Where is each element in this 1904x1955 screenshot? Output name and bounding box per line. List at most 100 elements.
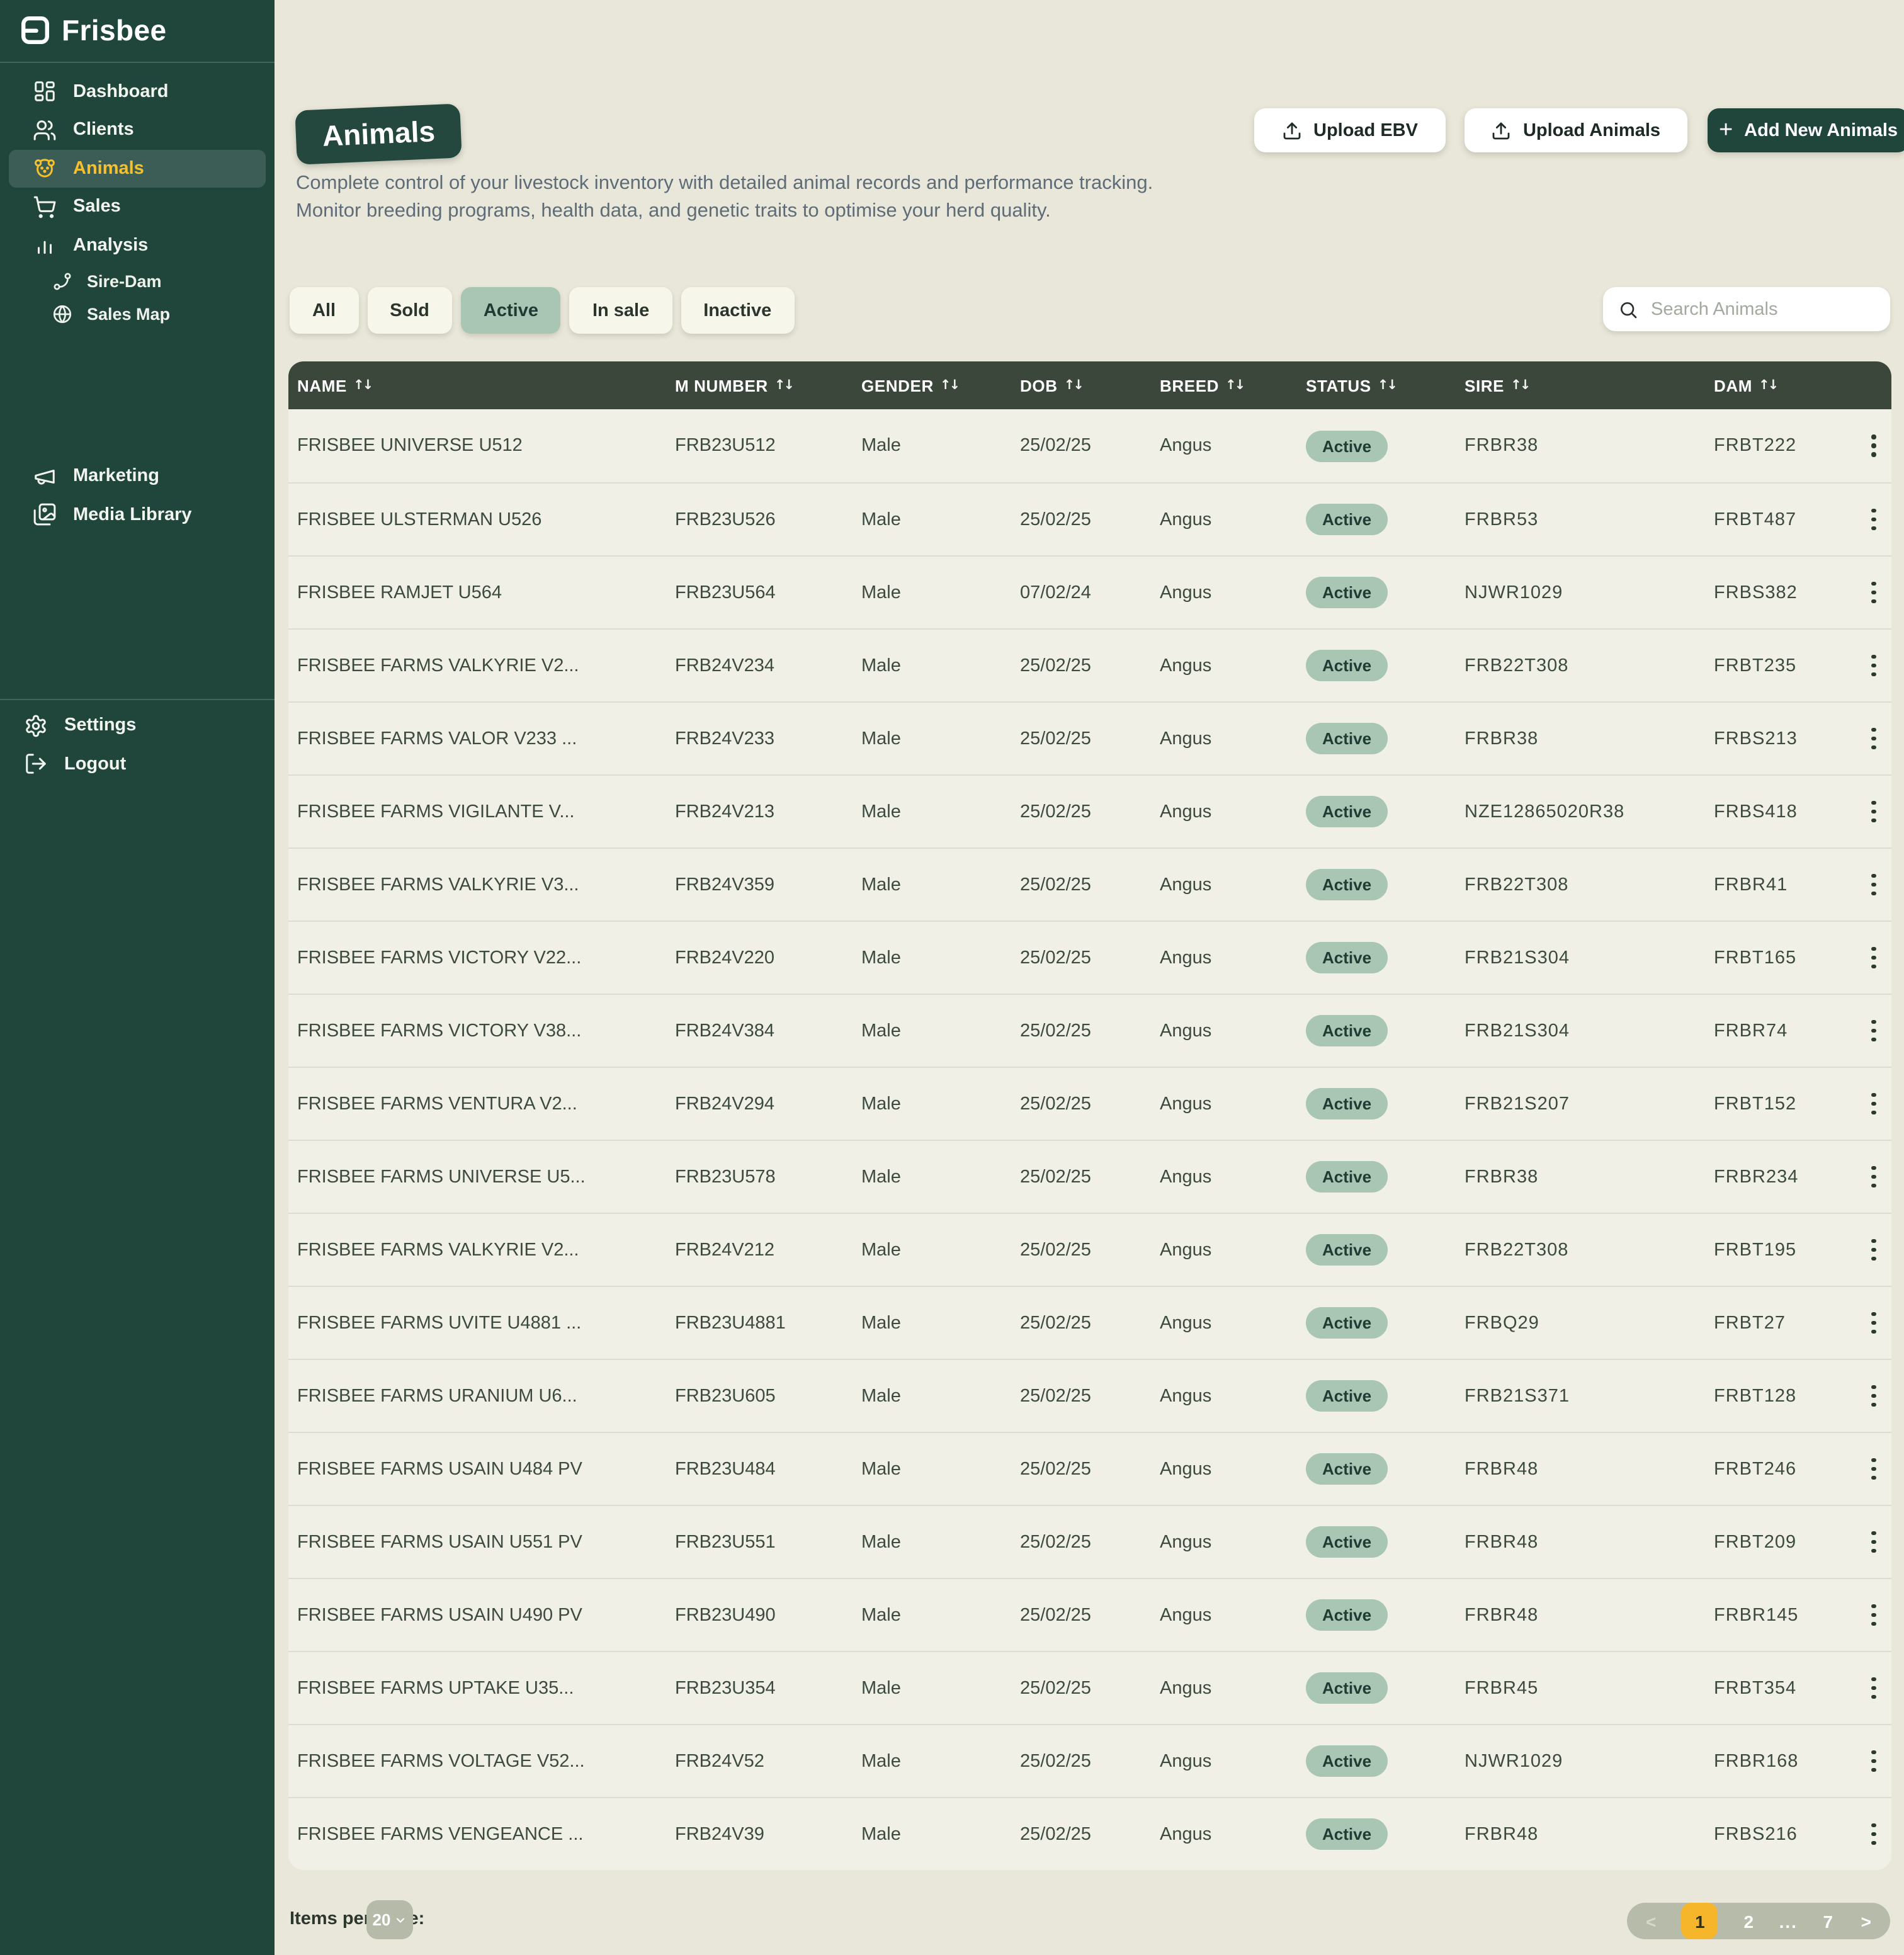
animal-dam: FRBT195 xyxy=(1714,1240,1855,1260)
upload-ebv-button[interactable]: Upload EBV xyxy=(1254,108,1446,152)
column-header-sire[interactable]: SIRE↑↓ xyxy=(1465,376,1714,395)
table-row[interactable]: FRISBEE FARMS VOLTAGE V52... FRB24V52 Ma… xyxy=(288,1724,1891,1797)
row-actions-kebab-icon[interactable] xyxy=(1864,1087,1884,1120)
filter-tab-active[interactable]: Active xyxy=(461,287,561,334)
sidebar-item-clients[interactable]: Clients xyxy=(9,111,266,149)
animal-gender: Male xyxy=(861,1459,1020,1479)
row-actions-kebab-icon[interactable] xyxy=(1864,503,1884,536)
status-badge: Active xyxy=(1306,1015,1388,1046)
column-header-m-number[interactable]: M NUMBER↑↓ xyxy=(675,376,861,395)
sidebar-item-analysis[interactable]: Analysis xyxy=(9,226,266,264)
row-actions-kebab-icon[interactable] xyxy=(1864,1453,1884,1485)
row-actions-kebab-icon[interactable] xyxy=(1864,795,1884,828)
brand-name: Frisbee xyxy=(62,14,166,48)
table-row[interactable]: FRISBEE FARMS VICTORY V38... FRB24V384 M… xyxy=(288,994,1891,1067)
table-row[interactable]: FRISBEE ULSTERMAN U526 FRB23U526 Male 25… xyxy=(288,482,1891,555)
table-row[interactable]: FRISBEE FARMS UPTAKE U35... FRB23U354 Ma… xyxy=(288,1651,1891,1724)
sidebar-item-sire-dam[interactable]: Sire-Dam xyxy=(9,264,266,297)
table-row[interactable]: FRISBEE FARMS URANIUM U6... FRB23U605 Ma… xyxy=(288,1359,1891,1432)
animal-dam: FRBR74 xyxy=(1714,1021,1855,1041)
row-actions-kebab-icon[interactable] xyxy=(1864,868,1884,901)
animal-gender: Male xyxy=(861,1021,1020,1041)
animal-sire: FRB21S371 xyxy=(1465,1386,1714,1406)
filter-tab-all[interactable]: All xyxy=(290,287,358,334)
pagination-page-2[interactable]: 2 xyxy=(1741,1911,1756,1931)
table-row[interactable]: FRISBEE UNIVERSE U512 FRB23U512 Male 25/… xyxy=(288,409,1891,482)
sidebar-item-dashboard[interactable]: Dashboard xyxy=(9,72,266,110)
animal-dam: FRBT246 xyxy=(1714,1459,1855,1479)
table-row[interactable]: FRISBEE RAMJET U564 FRB23U564 Male 07/02… xyxy=(288,555,1891,628)
sidebar-item-sales[interactable]: Sales xyxy=(9,188,266,225)
table-row[interactable]: FRISBEE FARMS VENGEANCE ... FRB24V39 Mal… xyxy=(288,1797,1891,1870)
table-row[interactable]: FRISBEE FARMS USAIN U490 PV FRB23U490 Ma… xyxy=(288,1578,1891,1651)
animal-gender: Male xyxy=(861,1824,1020,1844)
animal-name: FRISBEE FARMS USAIN U551 PV xyxy=(297,1532,675,1552)
row-actions-kebab-icon[interactable] xyxy=(1864,1160,1884,1193)
animal-dam: FRBR145 xyxy=(1714,1605,1855,1625)
status-badge: Active xyxy=(1306,1380,1388,1412)
animal-breed: Angus xyxy=(1160,1094,1306,1114)
table-row[interactable]: FRISBEE FARMS VENTURA V2... FRB24V294 Ma… xyxy=(288,1067,1891,1140)
table-row[interactable]: FRISBEE FARMS UVITE U4881 ... FRB23U4881… xyxy=(288,1286,1891,1359)
animal-status-cell: Active xyxy=(1306,1526,1465,1558)
table-row[interactable]: FRISBEE FARMS VICTORY V22... FRB24V220 M… xyxy=(288,921,1891,994)
row-actions-kebab-icon[interactable] xyxy=(1864,722,1884,755)
table-row[interactable]: FRISBEE FARMS USAIN U551 PV FRB23U551 Ma… xyxy=(288,1505,1891,1578)
column-header-status[interactable]: STATUS↑↓ xyxy=(1306,376,1465,395)
row-actions-kebab-icon[interactable] xyxy=(1864,1672,1884,1704)
column-header-dam[interactable]: DAM↑↓ xyxy=(1714,376,1855,395)
sidebar-item-settings[interactable]: Settings xyxy=(9,706,266,744)
status-badge: Active xyxy=(1306,942,1388,973)
animal-dam: FRBT222 xyxy=(1714,436,1855,456)
pagination-page-7[interactable]: 7 xyxy=(1820,1911,1835,1931)
items-per-page-select[interactable]: 20 xyxy=(366,1900,413,1939)
animal-breed: Angus xyxy=(1160,1605,1306,1625)
table-row[interactable]: FRISBEE FARMS VALKYRIE V2... FRB24V212 M… xyxy=(288,1213,1891,1286)
column-header-dob[interactable]: DOB↑↓ xyxy=(1020,376,1160,395)
row-actions-kebab-icon[interactable] xyxy=(1864,1233,1884,1266)
table-row[interactable]: FRISBEE FARMS VALKYRIE V3... FRB24V359 M… xyxy=(288,847,1891,921)
filter-tab-in-sale[interactable]: In sale xyxy=(570,287,672,334)
animal-m-number: FRB23U551 xyxy=(675,1532,861,1552)
table-row[interactable]: FRISBEE FARMS VALKYRIE V2... FRB24V234 M… xyxy=(288,628,1891,701)
status-badge: Active xyxy=(1306,504,1388,535)
search-input[interactable] xyxy=(1648,298,1889,320)
animal-name: FRISBEE FARMS VALKYRIE V2... xyxy=(297,655,675,676)
column-header-breed[interactable]: BREED↑↓ xyxy=(1160,376,1306,395)
sort-icon: ↑↓ xyxy=(1378,378,1396,393)
table-row[interactable]: FRISBEE FARMS VALOR V233 ... FRB24V233 M… xyxy=(288,701,1891,774)
row-actions-kebab-icon[interactable] xyxy=(1864,1014,1884,1047)
row-actions-kebab-icon[interactable] xyxy=(1864,1818,1884,1850)
animal-m-number: FRB24V220 xyxy=(675,948,861,968)
table-row[interactable]: FRISBEE FARMS USAIN U484 PV FRB23U484 Ma… xyxy=(288,1432,1891,1505)
pagination-prev-button[interactable]: < xyxy=(1643,1911,1658,1931)
sidebar-item-sales-map[interactable]: Sales Map xyxy=(9,298,266,331)
animal-actions-cell xyxy=(1855,503,1884,536)
column-header-name[interactable]: NAME↑↓ xyxy=(297,376,675,395)
table-row[interactable]: FRISBEE FARMS VIGILANTE V... FRB24V213 M… xyxy=(288,774,1891,847)
upload-animals-button[interactable]: Upload Animals xyxy=(1465,108,1687,152)
sidebar-item-media-library[interactable]: Media Library xyxy=(9,496,266,533)
add-new-animals-button[interactable]: + Add New Animals xyxy=(1708,108,1904,152)
row-actions-kebab-icon[interactable] xyxy=(1864,429,1884,462)
status-badge: Active xyxy=(1306,1453,1388,1485)
sidebar-item-label: Media Library xyxy=(73,504,192,524)
sidebar-item-marketing[interactable]: Marketing xyxy=(9,457,266,495)
table-row[interactable]: FRISBEE FARMS UNIVERSE U5... FRB23U578 M… xyxy=(288,1140,1891,1213)
filter-tab-sold[interactable]: Sold xyxy=(367,287,452,334)
row-actions-kebab-icon[interactable] xyxy=(1864,1526,1884,1558)
filter-tab-inactive[interactable]: Inactive xyxy=(681,287,794,334)
animal-m-number: FRB23U354 xyxy=(675,1678,861,1698)
row-actions-kebab-icon[interactable] xyxy=(1864,1306,1884,1339)
row-actions-kebab-icon[interactable] xyxy=(1864,576,1884,609)
row-actions-kebab-icon[interactable] xyxy=(1864,1599,1884,1631)
sidebar-item-logout[interactable]: Logout xyxy=(9,745,266,783)
column-header-gender[interactable]: GENDER↑↓ xyxy=(861,376,1020,395)
row-actions-kebab-icon[interactable] xyxy=(1864,1380,1884,1412)
sidebar-item-animals[interactable]: Animals xyxy=(9,149,266,187)
row-actions-kebab-icon[interactable] xyxy=(1864,1745,1884,1777)
row-actions-kebab-icon[interactable] xyxy=(1864,941,1884,974)
row-actions-kebab-icon[interactable] xyxy=(1864,649,1884,682)
pagination-next-button[interactable]: > xyxy=(1859,1911,1874,1931)
pagination-page-1[interactable]: 1 xyxy=(1682,1903,1718,1939)
